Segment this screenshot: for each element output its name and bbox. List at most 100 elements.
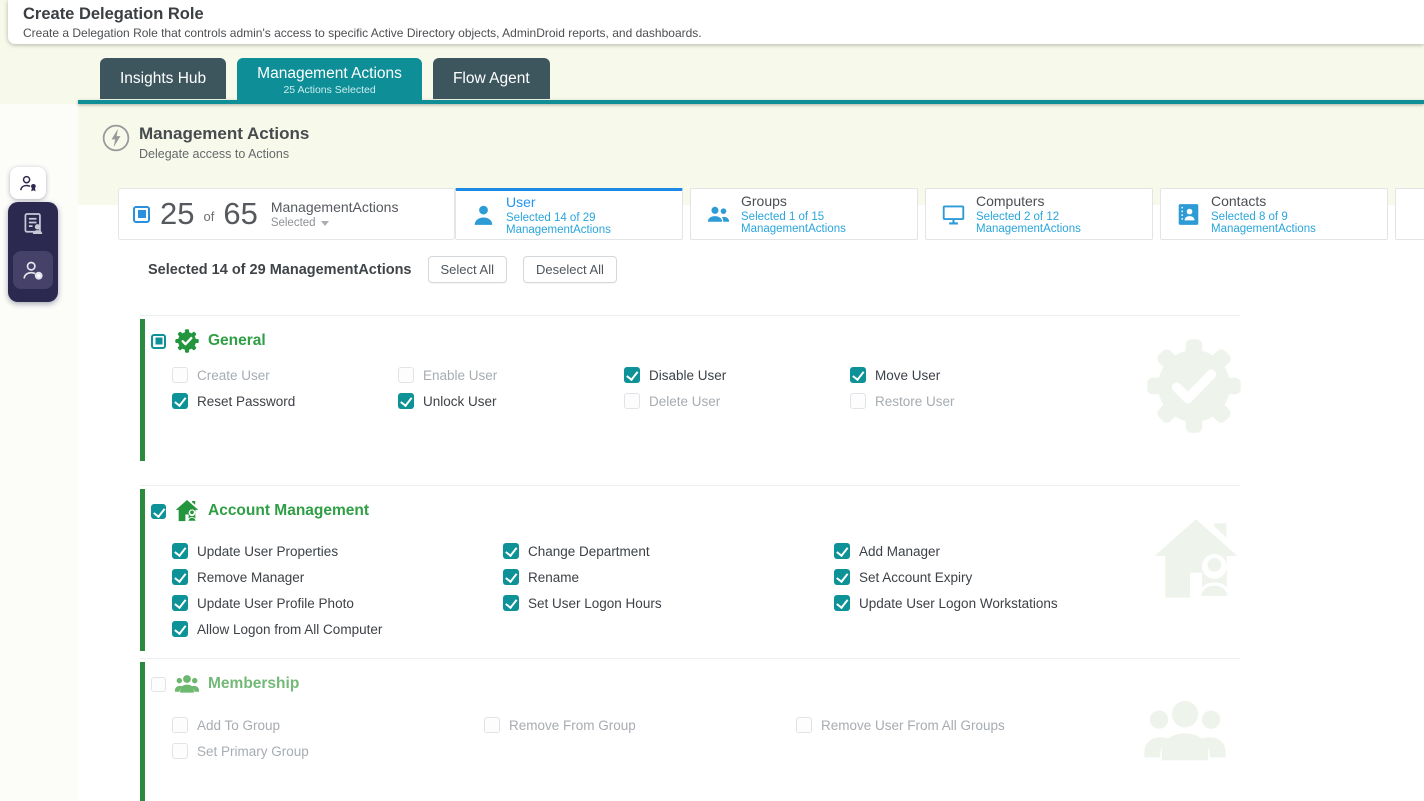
- sidebar-item-delegation-roles[interactable]: [10, 167, 46, 199]
- checkbox-disable-user[interactable]: [624, 367, 640, 383]
- action-item-reset-password[interactable]: Reset Password: [172, 392, 398, 410]
- checkbox-add-manager[interactable]: [834, 543, 850, 559]
- section-title: Membership: [208, 675, 299, 693]
- checkbox-rename[interactable]: [503, 569, 519, 585]
- object-tab-groups[interactable]: Groups Selected 1 of 15 ManagementActions: [690, 188, 918, 240]
- object-type-tabs: UserSelected 14 of 29 ManagementActionsG…: [455, 188, 1424, 240]
- action-item-update-user-properties[interactable]: Update User Properties: [172, 542, 503, 560]
- section-accent-bar: [140, 662, 145, 801]
- action-item-remove-from-group[interactable]: Remove From Group: [484, 716, 796, 734]
- action-label: Reset Password: [197, 394, 295, 409]
- of-label: of: [203, 209, 214, 224]
- section-checkbox-account-management[interactable]: [151, 504, 166, 519]
- person-add-icon: [21, 258, 45, 282]
- caret-down-icon: [321, 221, 329, 226]
- main-tabs: Insights Hub Management Actions25 Actions…: [100, 57, 550, 101]
- checkbox-create-user[interactable]: [172, 367, 188, 383]
- checkbox-remove-manager[interactable]: [172, 569, 188, 585]
- action-item-delete-user[interactable]: Delete User: [624, 392, 850, 410]
- tab-label: Insights Hub: [120, 70, 206, 88]
- object-tab-contacts[interactable]: ContactsSelected 8 of 9 ManagementAction…: [1160, 188, 1388, 240]
- action-item-set-user-logon-hours[interactable]: Set User Logon Hours: [503, 594, 834, 612]
- lightning-circle-icon: [102, 124, 130, 161]
- tab-management-actions[interactable]: Management Actions25 Actions Selected: [237, 58, 422, 102]
- action-label: Remove User From All Groups: [821, 718, 1005, 733]
- selection-summary: Selected 14 of 29 ManagementActions: [148, 262, 412, 278]
- action-item-move-user[interactable]: Move User: [850, 366, 1076, 384]
- checkbox-allow-logon-from-all-computer[interactable]: [172, 621, 188, 637]
- page-header: Create Delegation Role Create a Delegati…: [8, 0, 1424, 44]
- action-item-change-department[interactable]: Change Department: [503, 542, 834, 560]
- house-user-icon-watermark: [1148, 512, 1244, 608]
- checkbox-enable-user[interactable]: [398, 367, 414, 383]
- people-icon: [174, 671, 200, 697]
- object-tab-label: User: [506, 194, 682, 210]
- sidebar-item-add-admin[interactable]: [13, 251, 53, 289]
- global-select-checkbox[interactable]: [133, 206, 150, 223]
- action-item-set-account-expiry[interactable]: Set Account Expiry: [834, 568, 1165, 586]
- deselect-all-button[interactable]: Deselect All: [523, 256, 617, 283]
- user-icon: [471, 203, 496, 228]
- action-item-enable-user[interactable]: Enable User: [398, 366, 624, 384]
- action-item-disable-user[interactable]: Disable User: [624, 366, 850, 384]
- action-item-allow-logon-from-all-computer[interactable]: Allow Logon from All Computer: [172, 620, 503, 638]
- tab-label: Flow Agent: [453, 70, 530, 88]
- section-title: General: [208, 332, 266, 350]
- section-membership: Membership Add To GroupRemove From Group R…: [140, 658, 1240, 801]
- action-item-unlock-user[interactable]: Unlock User: [398, 392, 624, 410]
- action-label: Restore User: [875, 394, 955, 409]
- action-item-restore-user[interactable]: Restore User: [850, 392, 1076, 410]
- action-item-remove-user-from-all-groups[interactable]: Remove User From All Groups: [796, 716, 1108, 734]
- action-item-rename[interactable]: Rename: [503, 568, 834, 586]
- section-account-management: Account ManagementUpdate User Properties…: [140, 485, 1240, 658]
- object-tab-sublabel: Selected 8 of 9 ManagementActions: [1211, 211, 1387, 235]
- checkbox-update-user-profile-photo[interactable]: [172, 595, 188, 611]
- management-actions-header: Management Actions Delegate access to Ac…: [102, 124, 309, 161]
- object-tab-user[interactable]: UserSelected 14 of 29 ManagementActions: [455, 188, 683, 240]
- action-item-add-to-group[interactable]: Add To Group: [172, 716, 484, 734]
- sidebar-item-reports[interactable]: [8, 211, 58, 237]
- checkbox-remove-from-group[interactable]: [484, 717, 500, 733]
- checkbox-set-primary-group[interactable]: [172, 743, 188, 759]
- action-label: Move User: [875, 368, 940, 383]
- checkbox-unlock-user[interactable]: [398, 393, 414, 409]
- checkbox-restore-user[interactable]: [850, 393, 866, 409]
- action-item-add-manager[interactable]: Add Manager: [834, 542, 1165, 560]
- section-page-title: Management Actions: [139, 124, 309, 144]
- section-checkbox-general[interactable]: [151, 334, 166, 349]
- section-header: General: [151, 328, 266, 354]
- action-item-remove-manager[interactable]: Remove Manager: [172, 568, 503, 586]
- section-header: Membership: [151, 671, 299, 697]
- main-content: Management Actions Delegate access to Ac…: [78, 104, 1424, 801]
- select-all-button[interactable]: Select All: [428, 256, 507, 283]
- checkbox-reset-password[interactable]: [172, 393, 188, 409]
- counter-filter-dropdown[interactable]: Selected: [271, 217, 399, 229]
- contacts-icon: [1176, 202, 1201, 227]
- section-checkbox-membership[interactable]: [151, 677, 166, 692]
- object-tab-computers[interactable]: ComputersSelected 2 of 12 ManagementActi…: [925, 188, 1153, 240]
- action-label: Set Account Expiry: [859, 570, 972, 585]
- action-item-create-user[interactable]: Create User: [172, 366, 398, 384]
- object-tab-text: UserSelected 14 of 29 ManagementActions: [506, 194, 682, 236]
- gear-check-icon-watermark: [1142, 334, 1246, 438]
- checkbox-change-department[interactable]: [503, 543, 519, 559]
- tab-insights-hub[interactable]: Insights Hub: [100, 58, 226, 99]
- object-tab-label: Groups: [741, 193, 917, 209]
- action-item-update-user-profile-photo[interactable]: Update User Profile Photo: [172, 594, 503, 612]
- action-item-update-user-logon-workstations[interactable]: Update User Logon Workstations: [834, 594, 1165, 612]
- action-label: Set Primary Group: [197, 744, 309, 759]
- checkbox-update-user-properties[interactable]: [172, 543, 188, 559]
- checkbox-set-account-expiry[interactable]: [834, 569, 850, 585]
- checkbox-add-to-group[interactable]: [172, 717, 188, 733]
- checkbox-update-user-logon-workstations[interactable]: [834, 595, 850, 611]
- object-tab-sublabel: Selected 1 of 15 ManagementActions: [741, 211, 917, 235]
- checkbox-delete-user[interactable]: [624, 393, 640, 409]
- section-page-subtitle: Delegate access to Actions: [139, 147, 309, 161]
- checkbox-move-user[interactable]: [850, 367, 866, 383]
- tab-flow-agent[interactable]: Flow Agent: [433, 58, 550, 99]
- checkbox-remove-user-from-all-groups[interactable]: [796, 717, 812, 733]
- page-title: Create Delegation Role: [23, 5, 1424, 24]
- checkbox-set-user-logon-hours[interactable]: [503, 595, 519, 611]
- section-general: General Create UserEnable UserDisable Use…: [140, 315, 1240, 485]
- action-item-set-primary-group[interactable]: Set Primary Group: [172, 742, 484, 760]
